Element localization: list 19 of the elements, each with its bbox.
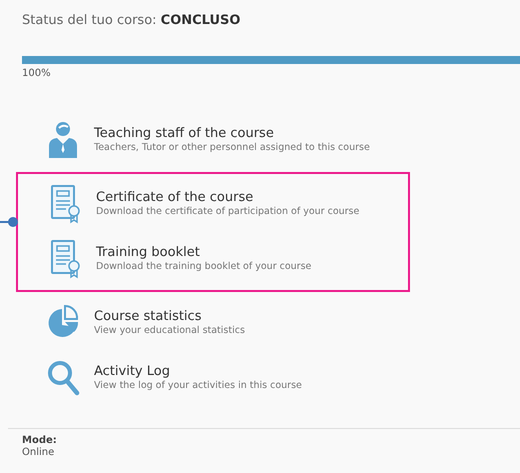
certificate-icon xyxy=(48,184,82,224)
status-text: Status del tuo corso: CONCLUSO xyxy=(22,12,242,30)
detail-label: Mode: xyxy=(22,434,58,447)
item-title[interactable]: Training booklet xyxy=(96,244,312,260)
search-icon xyxy=(46,358,80,398)
item-title[interactable]: Teaching staff of the course xyxy=(94,126,370,142)
item-description: Teachers, Tutor or other personnel assigned to this course xyxy=(94,141,370,154)
item-description: Download the certificate of participation of your course xyxy=(96,205,360,218)
progress-reading: 100% xyxy=(22,66,52,80)
person-icon xyxy=(46,120,80,160)
detail-value: Online xyxy=(22,447,56,460)
item-description: Download the training booklet of your course xyxy=(96,260,312,274)
item-description: View your educational statistics xyxy=(94,324,245,338)
certificate-icon xyxy=(48,239,82,279)
callout-dot xyxy=(8,216,18,226)
item-title[interactable]: Course statistics xyxy=(94,308,245,324)
item-title[interactable]: Certificate of the course xyxy=(96,190,360,206)
item-title[interactable]: Activity Log xyxy=(94,364,302,380)
item-description: View the log of your activities in this course xyxy=(94,379,302,392)
